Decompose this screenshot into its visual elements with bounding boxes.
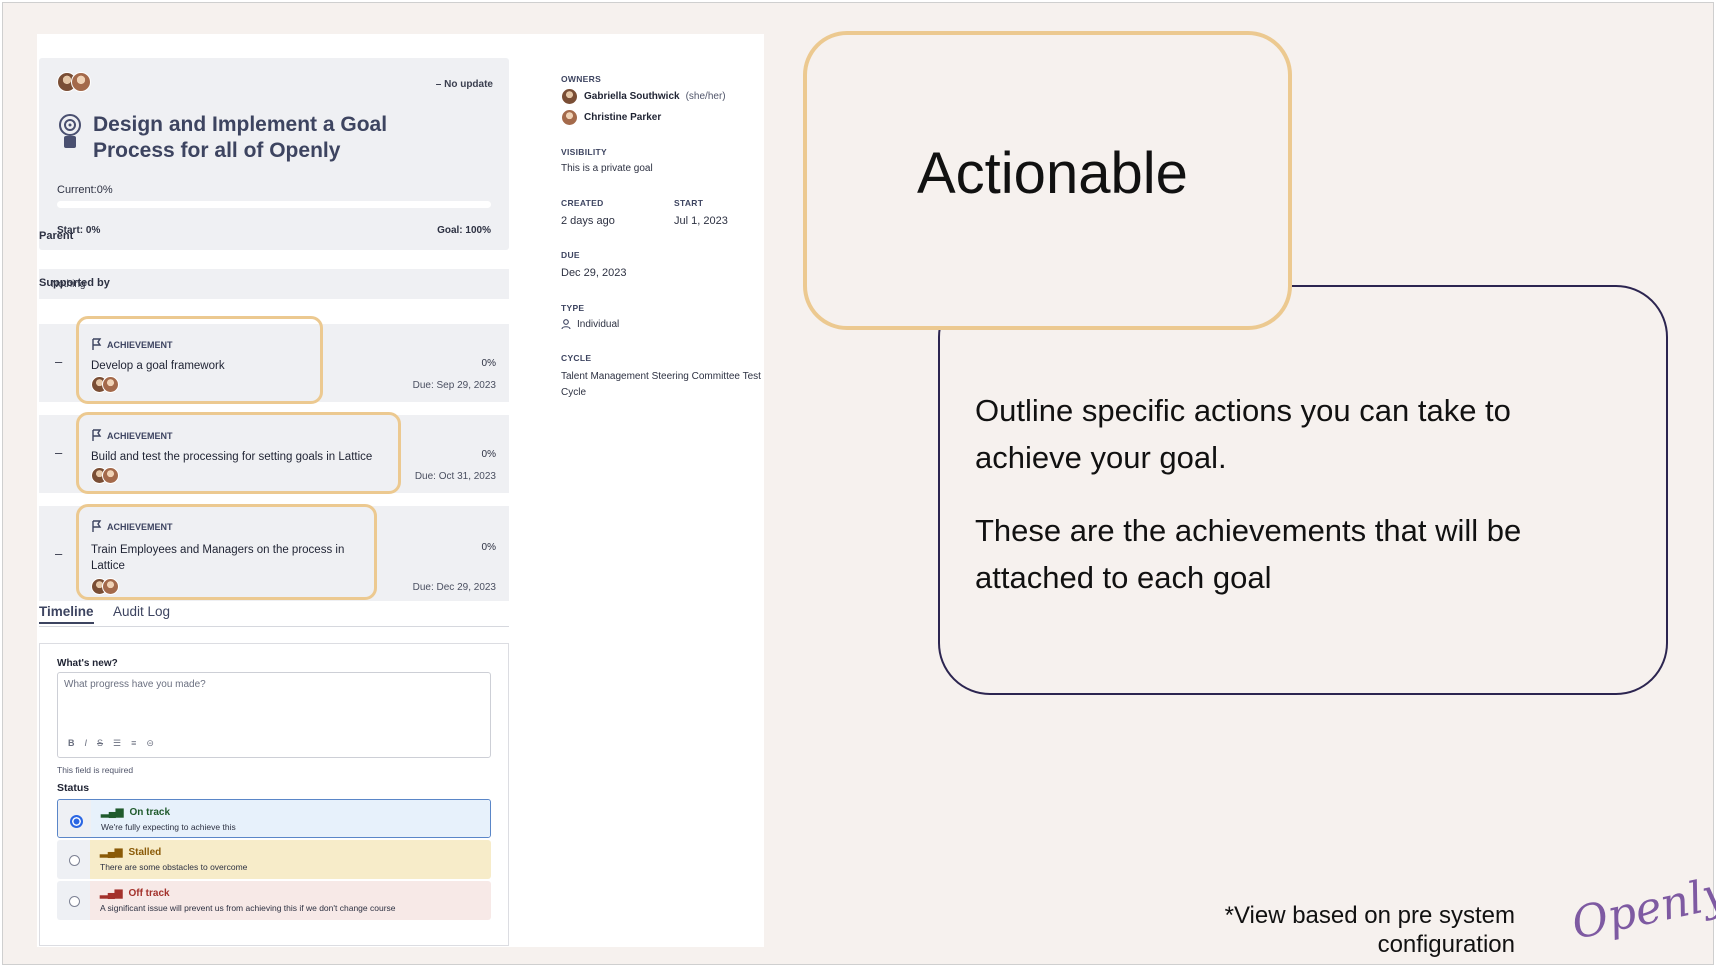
achievement-due: Due: Oct 31, 2023 [414,471,496,482]
parent-label: Parent [39,230,74,242]
option-title: ▂▄▆ Off track [100,888,170,899]
composer-heading: What's new? [57,658,118,669]
due-heading: DUE [561,250,580,260]
owner-row[interactable]: Christine Parker [561,109,661,126]
goal-header-card: – No update Design and Implement a Goal … [39,58,509,250]
link-icon[interactable]: ⊝ [146,738,154,749]
highlight-outline [76,316,323,404]
signal-icon: ▂▄▆ [100,888,123,899]
update-composer: What's new? What progress have you made?… [39,643,509,946]
option-title: ▂▄▆ Stalled [100,847,162,858]
update-status: – No update [435,79,493,90]
slide-heading: Actionable [917,141,1188,206]
tab-timeline[interactable]: Timeline [39,604,94,624]
option-desc: A significant issue will prevent us from… [100,903,396,913]
signal-icon: ▂▄▆ [101,807,124,818]
tab-bar: Timeline Audit Log [39,604,509,627]
italic-icon[interactable]: I [85,738,88,749]
status-option-off-track[interactable]: ▂▄▆ Off track A significant issue will pr… [57,881,491,920]
visibility-value: This is a private goal [561,163,653,174]
heading-callout: Actionable [803,31,1292,330]
supported-by-label: Supported by [39,277,110,289]
option-title: ▂▄▆ On track [101,807,171,818]
required-hint: This field is required [57,765,134,775]
start-heading: START [674,198,704,208]
option-desc: We're fully expecting to achieve this [101,822,236,832]
goal-owner-avatars[interactable] [57,72,91,92]
goal-progress-bar [57,201,491,208]
owner-pronouns: (she/her) [685,91,726,102]
highlight-outline [76,504,377,600]
option-body: ▂▄▆ Stalled There are some obstacles to o… [90,840,491,879]
goal-target-icon [59,114,81,148]
avatar [561,88,578,105]
format-toolbar: B I S ☰ ≡ ⊝ [68,738,154,749]
tab-audit-log[interactable]: Audit Log [113,604,170,619]
created-value: 2 days ago [561,215,615,227]
radio-off-track[interactable] [57,881,90,920]
created-heading: CREATED [561,198,604,208]
signal-icon: ▂▄▆ [100,847,123,858]
current-progress-label: Current:0% [57,184,113,196]
achievement-percent: 0% [481,542,496,553]
status-label: Status [57,782,90,794]
highlight-outline [76,412,401,494]
option-desc: There are some obstacles to overcome [100,862,248,872]
update-textarea[interactable]: What progress have you made? B I S ☰ ≡ ⊝ [57,672,491,758]
collapse-icon[interactable]: – [55,445,62,460]
option-body: ▂▄▆ On track We're fully expecting to ach… [91,800,490,837]
radio-on-track[interactable] [58,800,91,837]
bullet-list-icon[interactable]: ☰ [113,738,121,749]
owner-name: Christine Parker [584,112,662,123]
owners-heading: OWNERS [561,74,602,84]
description-callout: Outline specific actions you can take to… [938,285,1668,695]
goal-detail-screenshot: – No update Design and Implement a Goal … [37,34,764,947]
type-value: Individual [561,319,619,330]
achievement-percent: 0% [481,358,496,369]
bold-icon[interactable]: B [68,738,75,749]
avatar [71,72,91,92]
goal-value: Goal: 100% [437,225,491,236]
collapse-icon[interactable]: – [55,354,62,369]
start-value: Jul 1, 2023 [674,215,728,227]
achievement-percent: 0% [481,449,496,460]
person-icon [561,319,571,330]
description-paragraph: These are the achievements that will be … [975,513,1522,595]
numbered-list-icon[interactable]: ≡ [131,738,136,749]
footnote: *View based on pre system configuration [1224,902,1515,958]
goal-title: Design and Implement a Goal Process for … [93,113,388,162]
openly-logo: Openly [1567,867,1716,950]
description-paragraph: Outline specific actions you can take to… [975,393,1511,475]
achievement-due: Due: Sep 29, 2023 [412,380,496,391]
cycle-heading: CYCLE [561,353,592,363]
achievement-due: Due: Dec 29, 2023 [412,582,496,593]
collapse-icon[interactable]: – [55,546,62,561]
type-heading: TYPE [561,303,585,313]
radio-stalled[interactable] [57,840,90,879]
option-body: ▂▄▆ Off track A significant issue will pr… [90,881,491,920]
strikethrough-icon[interactable]: S [97,738,103,749]
due-value: Dec 29, 2023 [561,267,627,279]
status-option-stalled[interactable]: ▂▄▆ Stalled There are some obstacles to o… [57,840,491,879]
owner-row[interactable]: Gabriella Southwick (she/her) [561,88,726,105]
avatar [561,109,578,126]
visibility-heading: VISIBILITY [561,147,607,157]
slide: – No update Design and Implement a Goal … [2,2,1716,965]
status-option-on-track[interactable]: ▂▄▆ On track We're fully expecting to ach… [57,799,491,838]
cycle-value: Talent Management Steering Committee Tes… [561,371,761,398]
textarea-placeholder: What progress have you made? [64,679,206,690]
owner-name: Gabriella Southwick [584,91,680,102]
